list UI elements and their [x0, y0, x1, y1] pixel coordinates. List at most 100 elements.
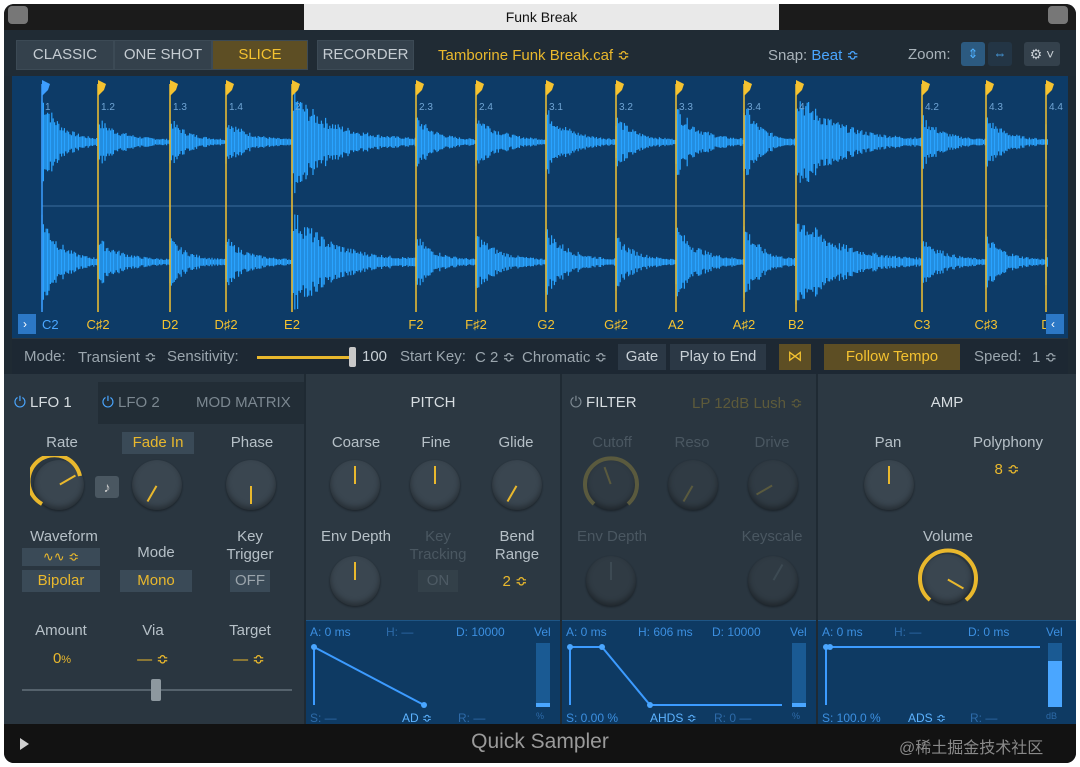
note-sync-icon[interactable]: ♪	[95, 476, 119, 498]
key-tracking-label: Key Tracking	[409, 528, 467, 563]
follow-tempo-button[interactable]: Follow Tempo	[824, 344, 960, 370]
coarse-label: Coarse	[331, 434, 381, 451]
slice-key-label: F2	[408, 317, 423, 332]
fine-knob[interactable]	[410, 460, 460, 510]
power-icon[interactable]: ⏻	[14, 394, 26, 411]
slice-key-label: D2	[162, 317, 179, 332]
beat-label: 1.4	[229, 102, 243, 113]
pan-knob[interactable]	[864, 460, 914, 510]
slice-key-label: C2	[42, 317, 59, 332]
phase-knob[interactable]	[226, 460, 276, 510]
snap-value[interactable]: Beat ≎	[811, 47, 859, 64]
slice-key-label: C♯3	[974, 317, 997, 332]
reso-knob[interactable]	[668, 460, 718, 510]
via-dropdown[interactable]: — ≎	[130, 650, 176, 668]
keyscale-knob[interactable]	[748, 556, 798, 606]
glide-label: Glide	[498, 434, 534, 451]
pitch-envelope[interactable]: A: 0 ms H: — D: 10000 Vel S: — AD ≎ R: —…	[306, 620, 560, 725]
filter-envelope[interactable]: A: 0 ms H: 606 ms D: 10000 Vel S: 0.00 %…	[562, 620, 816, 725]
window-control-left[interactable]	[8, 6, 28, 24]
tab-mod-matrix[interactable]: MOD MATRIX	[196, 394, 291, 411]
scale-dropdown[interactable]: Chromatic ≎	[522, 348, 607, 366]
amount-slider-handle[interactable]	[151, 679, 161, 701]
slice-key-label: G2	[537, 317, 554, 332]
waveform-selector-icon[interactable]: ∿∿ ≎	[22, 548, 100, 566]
amount-label: Amount	[35, 622, 87, 639]
polyphony-label: Polyphony	[972, 434, 1044, 451]
bowtie-icon[interactable]: ⋈	[779, 344, 811, 370]
fade-in-toggle[interactable]: Fade In	[122, 432, 194, 454]
rate-knob-arc	[30, 456, 82, 506]
keyscale-label: Keyscale	[741, 528, 803, 545]
mode-classic-button[interactable]: CLASSIC	[16, 40, 114, 70]
power-icon[interactable]: ⏻	[570, 394, 582, 411]
fade-in-knob[interactable]	[132, 460, 182, 510]
waveform-display[interactable]: 1 C2 1.2 C♯2 1.3 D2 1.4 D♯2 2 E2 2.3 F2 2.4 F♯2 3.1 G2 3…	[12, 76, 1068, 338]
zoom-vertical-icon[interactable]: ⇕	[961, 42, 985, 66]
power-icon[interactable]: ⏻	[102, 394, 114, 411]
drive-knob[interactable]	[748, 460, 798, 510]
key-trigger-toggle[interactable]: OFF	[230, 570, 270, 592]
window-control-right[interactable]	[1048, 6, 1068, 24]
beat-label: 4.2	[925, 102, 939, 113]
tab-lfo2[interactable]: ⏻ LFO 2	[102, 394, 160, 411]
glide-knob[interactable]	[492, 460, 542, 510]
mode-label: Mode	[137, 544, 175, 561]
coarse-knob[interactable]	[330, 460, 380, 510]
scroll-right-icon[interactable]	[1046, 314, 1064, 334]
slice-key-label: D♯2	[214, 317, 237, 332]
target-label: Target	[229, 622, 271, 639]
mono-toggle[interactable]: Mono	[120, 570, 192, 592]
key-tracking-toggle[interactable]: ON	[418, 570, 458, 592]
mode-one-shot-button[interactable]: ONE SHOT	[114, 40, 212, 70]
gate-button[interactable]: Gate	[618, 344, 666, 370]
sensitivity-slider[interactable]	[257, 356, 355, 359]
phase-label: Phase	[230, 434, 274, 451]
waveform-svg[interactable]: 1 C2 1.2 C♯2 1.3 D2 1.4 D♯2 2 E2 2.3 F2 2.4 F♯2 3.1 G2 3…	[12, 76, 1068, 338]
env-depth-label: Env Depth	[320, 528, 392, 545]
volume-knob-arc	[918, 548, 978, 602]
mode-label: Mode:	[24, 348, 66, 365]
scroll-left-icon[interactable]	[18, 314, 36, 334]
amp-envelope[interactable]: A: 0 ms H: — D: 0 ms Vel S: 100.0 % ADS …	[818, 620, 1076, 725]
amount-value[interactable]: 0%	[42, 650, 82, 667]
sensitivity-label: Sensitivity:	[167, 348, 239, 365]
play-to-end-button[interactable]: Play to End	[670, 344, 766, 370]
sensitivity-slider-handle[interactable]	[349, 347, 356, 367]
beat-label: 3.3	[679, 102, 693, 113]
filter-env-depth-knob[interactable]	[586, 556, 636, 606]
mode-slice-button[interactable]: SLICE	[212, 40, 308, 70]
start-key-dropdown[interactable]: C 2 ≎	[475, 348, 515, 366]
bipolar-toggle[interactable]: Bipolar	[22, 570, 100, 592]
gear-icon[interactable]: ⚙ ˅	[1024, 42, 1060, 66]
mode-dropdown[interactable]: Transient ≎	[78, 348, 157, 366]
slice-settings-bar: Mode: Transient ≎ Sensitivity: 100 Start…	[12, 338, 1068, 374]
slice-key-label: B2	[788, 317, 804, 332]
volume-label: Volume	[922, 528, 974, 545]
beat-label: 1.3	[173, 102, 187, 113]
speed-dropdown[interactable]: 1 ≎	[1032, 348, 1057, 366]
filter-title[interactable]: ⏻ FILTER	[570, 394, 637, 411]
bend-range-dropdown[interactable]: 2 ≎	[492, 572, 538, 590]
polyphony-dropdown[interactable]: 8 ≎	[984, 460, 1030, 478]
tab-lfo1[interactable]: ⏻ LFO 1	[14, 394, 72, 411]
zoom-horizontal-icon[interactable]: ⇔	[988, 42, 1012, 66]
snap-control[interactable]: Snap: Beat ≎	[768, 46, 859, 64]
waveform-label: Waveform	[30, 528, 98, 545]
reso-label: Reso	[674, 434, 710, 451]
chevron-left-icon: ‹	[1051, 317, 1055, 331]
fine-label: Fine	[421, 434, 451, 451]
target-dropdown[interactable]: — ≎	[226, 650, 272, 668]
sensitivity-value: 100	[362, 348, 388, 365]
recorder-button[interactable]: RECORDER	[317, 40, 414, 70]
sample-file-selector[interactable]: Tamborine Funk Break.caf ≎	[438, 46, 630, 64]
slice-key-label: E2	[284, 317, 300, 332]
drive-label: Drive	[754, 434, 790, 451]
beat-label: 4.4	[1049, 102, 1063, 113]
beat-label: 2	[295, 102, 301, 113]
pitch-env-depth-knob[interactable]	[330, 556, 380, 606]
filter-type-dropdown[interactable]: LP 12dB Lush ≎	[692, 394, 803, 412]
beat-label: 4.3	[989, 102, 1003, 113]
lfo-panel: ⏻ LFO 1 ⏻ LFO 2 MOD MATRIX Rate Fade In …	[4, 374, 304, 724]
chevron-right-icon: ›	[23, 317, 27, 331]
